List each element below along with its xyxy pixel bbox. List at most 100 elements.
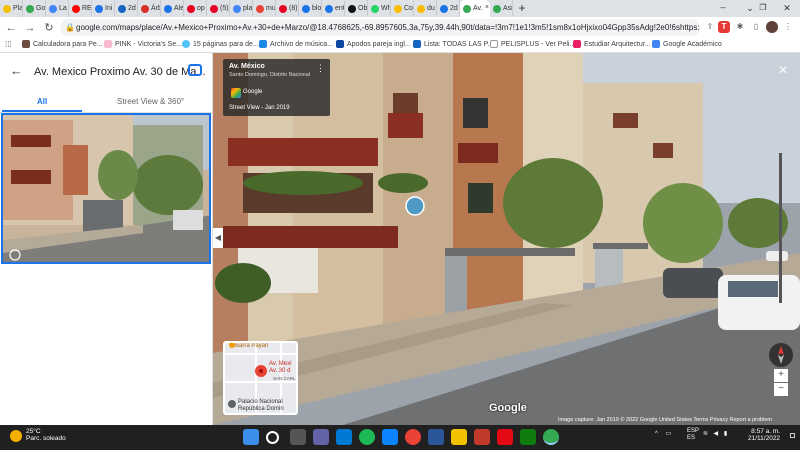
xbox-icon[interactable]: [520, 429, 536, 445]
chrome-active-icon[interactable]: [543, 429, 559, 445]
browser-tab[interactable]: (8): [276, 0, 299, 17]
browser-tab[interactable]: Pla: [0, 0, 23, 17]
teams-icon[interactable]: [313, 429, 329, 445]
tab-favicon-icon: [233, 4, 241, 13]
browser-tab[interactable]: du: [414, 0, 437, 17]
study-icon: [573, 40, 581, 48]
tab-favicon-icon: [302, 4, 310, 13]
browser-tab[interactable]: RE: [69, 0, 92, 17]
extension-icon[interactable]: T: [718, 21, 730, 33]
weather-widget[interactable]: 25°C Parc. soleado: [10, 428, 66, 442]
browser-tab[interactable]: blo: [299, 0, 322, 17]
clock[interactable]: 8:57 a. m. 21/11/2022: [748, 428, 780, 442]
profile-avatar[interactable]: [766, 21, 778, 33]
bookmark-item[interactable]: Apodos pareja ingl...: [336, 40, 411, 48]
bookmark-item[interactable]: Calculadora para Pe...: [22, 40, 103, 48]
notification-icon[interactable]: [790, 433, 795, 438]
tab-label: Árb: [151, 5, 161, 12]
browser-tab[interactable]: 2d: [115, 0, 138, 17]
browser-tab[interactable]: op: [184, 0, 207, 17]
street-view-thumbnail[interactable]: [1, 113, 211, 264]
bookmark-item[interactable]: Archivo de música...: [259, 40, 333, 48]
menu-icon[interactable]: ⋮: [782, 21, 794, 33]
tab-label: Ale: [174, 5, 184, 12]
provider-label: Google: [243, 89, 263, 95]
photo-tabs: All Street View & 360°: [0, 91, 213, 113]
system-tray[interactable]: ^ ▭ ESP ES ≋ ◀ ▮: [655, 428, 728, 441]
new-tab-button[interactable]: +: [513, 0, 531, 17]
more-options-icon[interactable]: ⋮: [316, 63, 325, 74]
side-panel: ← Av. Mexico Proximo Av. 30 de Ma... All…: [0, 53, 213, 425]
edge-icon[interactable]: [382, 429, 398, 445]
tab-favicon-icon: [3, 4, 11, 13]
store-icon[interactable]: [336, 429, 352, 445]
share-icon[interactable]: ⇪: [704, 21, 716, 33]
puzzle-icon[interactable]: ✱: [734, 21, 746, 33]
site-icon: [336, 40, 344, 48]
minimize-icon[interactable]: –: [712, 0, 734, 16]
browser-tab[interactable]: Árb: [138, 0, 161, 17]
zoom-out-button[interactable]: −: [774, 383, 788, 396]
collapse-panel-button[interactable]: ◀: [213, 228, 223, 248]
netflix-icon[interactable]: [497, 429, 513, 445]
browser-tab-active[interactable]: Av. ×: [460, 0, 490, 17]
browser-tab[interactable]: Ini: [92, 0, 115, 17]
bookmark-item[interactable]: Google Académico: [652, 40, 722, 48]
back-icon[interactable]: ←: [3, 22, 19, 34]
language-indicator[interactable]: ESP ES: [687, 428, 699, 442]
browser-tab[interactable]: Ale: [161, 0, 184, 17]
bookmark-item[interactable]: PINK - Victoria's Se...: [104, 40, 182, 48]
browser-tab[interactable]: (5): [207, 0, 230, 17]
minimap-label: República Domin: [238, 406, 284, 412]
tab-favicon-icon: [371, 4, 379, 13]
compass-icon[interactable]: [769, 343, 793, 367]
url-bar[interactable]: 🔒 google.com/maps/place/Av.+Mexico+Proxi…: [60, 19, 700, 36]
battery-level-icon: ▮: [723, 431, 728, 437]
browser-tab[interactable]: ent: [322, 0, 345, 17]
search-icon[interactable]: [266, 431, 279, 444]
task-view-icon[interactable]: [290, 429, 306, 445]
browser-tab[interactable]: mu: [253, 0, 276, 17]
bookmark-item[interactable]: 15 páginas para de...: [182, 40, 259, 48]
browser-tab[interactable]: Co: [391, 0, 414, 17]
bookmark-item[interactable]: Lista: TODAS LAS P...: [413, 40, 493, 48]
forward-icon[interactable]: →: [22, 22, 38, 34]
street-view[interactable]: Av. México Santo Domingo, Distrito Nacio…: [213, 53, 800, 425]
close-window-icon[interactable]: ✕: [776, 0, 798, 17]
apps-icon[interactable]: ⁞⁞⁞: [5, 40, 12, 49]
tab-all[interactable]: All: [37, 97, 47, 106]
camera-icon[interactable]: [188, 64, 202, 76]
street-view-date: Street View - Jan 2019: [229, 105, 290, 111]
windows-start-icon[interactable]: [243, 429, 259, 445]
tab-favicon-icon: [118, 4, 126, 13]
tab-label: 2d: [128, 5, 136, 12]
chrome-icon[interactable]: [405, 429, 421, 445]
browser-tab[interactable]: Ob: [345, 0, 368, 17]
browser-tab[interactable]: pla: [230, 0, 253, 17]
tab-favicon-icon: [95, 4, 103, 13]
chevron-up-icon[interactable]: ^: [655, 431, 658, 437]
spotify-icon[interactable]: [359, 429, 375, 445]
word-icon[interactable]: [428, 429, 444, 445]
browser-tab[interactable]: La: [46, 0, 69, 17]
volume-icon[interactable]: ◀: [714, 431, 719, 437]
browser-tab[interactable]: Asi: [490, 0, 513, 17]
close-icon[interactable]: ✕: [778, 63, 788, 77]
zoom-in-button[interactable]: +: [774, 369, 788, 382]
minimap-label: Av. 30 d: [269, 368, 291, 374]
tab-street-view[interactable]: Street View & 360°: [117, 97, 184, 106]
browser-tab[interactable]: Go: [23, 0, 46, 17]
app-icon[interactable]: [474, 429, 490, 445]
back-arrow-icon[interactable]: ←: [10, 63, 23, 78]
maximize-icon[interactable]: ❐: [752, 0, 774, 17]
mini-map[interactable]: Barra Payán Av. Mexi Av. 30 d SAN CARL P…: [223, 341, 298, 415]
browser-tab[interactable]: 2d: [437, 0, 460, 17]
reload-icon[interactable]: ↻: [41, 21, 57, 34]
bookmark-item[interactable]: Estudiar Arquitectur...: [573, 40, 651, 48]
sidebar-icon[interactable]: ▯: [750, 21, 762, 33]
folder-icon[interactable]: [451, 429, 467, 445]
wifi-icon[interactable]: ≋: [703, 431, 708, 437]
bookmark-item[interactable]: PELISPLUS - Ver Peli...: [490, 40, 575, 48]
close-tab-icon[interactable]: ×: [485, 4, 489, 11]
browser-tab[interactable]: Wh: [368, 0, 391, 17]
